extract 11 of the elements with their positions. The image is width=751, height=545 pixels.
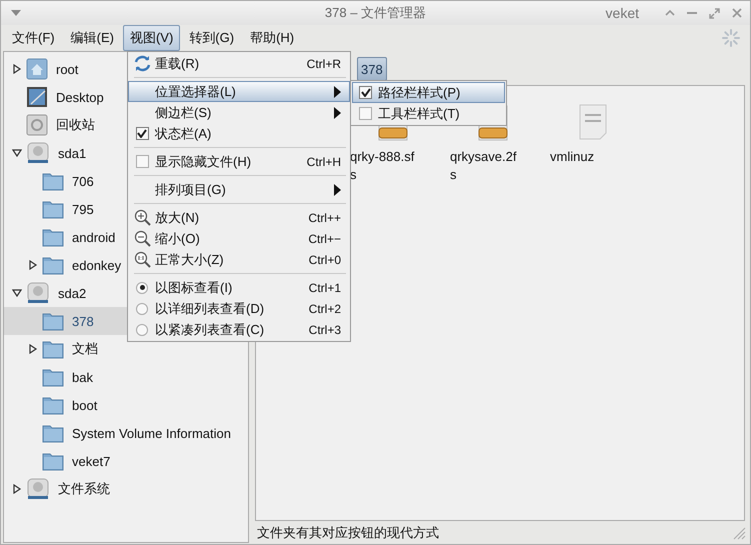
shortcut-text: Ctrl+− <box>308 232 341 246</box>
window-title: 378 – 文件管理器 <box>324 4 426 22</box>
shortcut-text: Ctrl+H <box>306 154 341 168</box>
shortcut-text: Ctrl+3 <box>308 322 341 336</box>
shortcut-text: Ctrl+0 <box>308 252 341 266</box>
status-text: 文件夹有其对应按钮的现代方式 <box>257 524 439 542</box>
shortcut-text: Ctrl+1 <box>308 280 341 294</box>
app-name: veket <box>606 5 639 21</box>
shortcut-text: Ctrl+2 <box>308 302 341 316</box>
shortcut-text: Ctrl+R <box>306 56 341 70</box>
shortcut-text: Ctrl++ <box>308 210 341 224</box>
